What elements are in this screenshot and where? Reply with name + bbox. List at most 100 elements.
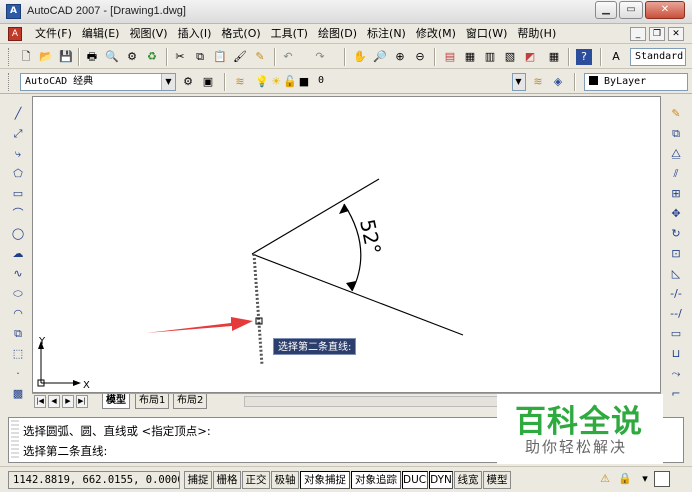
tab-model[interactable]: 模型 xyxy=(102,394,130,409)
workspace-settings-icon[interactable]: ⚙ xyxy=(180,74,196,90)
circle-icon[interactable]: ◯ xyxy=(10,226,26,242)
publish-icon[interactable]: ⚙ xyxy=(124,49,140,65)
trim-icon[interactable]: -/- xyxy=(668,286,684,302)
zoom-previous-icon[interactable]: ⊖ xyxy=(412,49,428,65)
menu-view[interactable]: 视图(V) xyxy=(124,27,172,41)
block-editor-icon[interactable]: ✎ xyxy=(252,49,268,65)
lock-icon[interactable]: 🔒 xyxy=(617,471,633,487)
properties-icon[interactable]: ▤ xyxy=(442,49,458,65)
chevron-down-icon[interactable]: ▼ xyxy=(161,74,175,90)
print-icon[interactable]: 🖶 xyxy=(84,49,100,65)
workspace-select[interactable]: AutoCAD 经典 ▼ xyxy=(20,73,176,91)
menu-edit[interactable]: 编辑(E) xyxy=(77,27,125,41)
erase-icon[interactable]: ✎ xyxy=(668,106,684,122)
offset-icon[interactable]: ⫽ xyxy=(668,166,684,182)
save-workspace-icon[interactable]: ▣ xyxy=(200,74,216,90)
calculator-icon[interactable]: ▦ xyxy=(546,49,562,65)
rectangle-icon[interactable]: ▭ xyxy=(10,186,26,202)
close-button[interactable]: ✕ xyxy=(645,1,685,19)
tab-layout2[interactable]: 布局2 xyxy=(173,394,208,409)
toolbar-grip[interactable] xyxy=(8,48,11,66)
color-select[interactable]: ByLayer xyxy=(584,73,688,91)
break-icon[interactable]: ▭ xyxy=(668,326,684,342)
etransmit-icon[interactable]: ♻ xyxy=(144,49,160,65)
menu-dimension[interactable]: 标注(N) xyxy=(362,27,411,41)
layer-manager-icon[interactable]: ≋ xyxy=(232,74,248,90)
menu-draw[interactable]: 绘图(D) xyxy=(313,27,362,41)
drawing-canvas[interactable]: Y X 52° 选择第二条直线: xyxy=(32,96,661,393)
move-icon[interactable]: ✥ xyxy=(668,206,684,222)
ellipse-arc-icon[interactable]: ◠ xyxy=(10,306,26,322)
model-toggle[interactable]: 模型 xyxy=(483,471,511,489)
line-icon[interactable]: ╱ xyxy=(10,106,26,122)
coordinates-display[interactable]: 1142.8819, 662.0155, 0.0000 xyxy=(8,471,180,489)
markup-icon[interactable]: ◩ xyxy=(522,49,538,65)
match-properties-icon[interactable]: 🖌 xyxy=(232,49,248,65)
arc-icon[interactable]: ⌒ xyxy=(10,206,26,222)
help-icon[interactable]: ? xyxy=(576,49,592,65)
ortho-toggle[interactable]: 正交 xyxy=(242,471,270,489)
mirror-icon[interactable]: ⧋ xyxy=(668,146,684,162)
menu-format[interactable]: 格式(O) xyxy=(216,27,265,41)
toolbar-grip[interactable] xyxy=(8,73,11,91)
snap-toggle[interactable]: 捕捉 xyxy=(184,471,212,489)
clean-screen-icon[interactable] xyxy=(654,471,670,487)
layer-dropdown[interactable]: ▼ xyxy=(512,73,526,91)
extend-icon[interactable]: --/ xyxy=(668,306,684,322)
tab-layout1[interactable]: 布局1 xyxy=(135,394,170,409)
join-icon[interactable]: ⊔ xyxy=(668,346,684,362)
copy-icon[interactable]: ⧉ xyxy=(192,49,208,65)
scale-icon[interactable]: ⊡ xyxy=(668,246,684,262)
menu-help[interactable]: 帮助(H) xyxy=(512,27,561,41)
rotate-icon[interactable]: ↻ xyxy=(668,226,684,242)
stretch-icon[interactable]: ◺ xyxy=(668,266,684,282)
next-tab-button[interactable]: ▶ xyxy=(62,395,74,408)
prev-tab-button[interactable]: ◀ xyxy=(48,395,60,408)
otrack-toggle[interactable]: 对象追踪 xyxy=(351,471,401,489)
cut-icon[interactable]: ✂ xyxy=(172,49,188,65)
point-icon[interactable]: · xyxy=(10,366,26,382)
polar-toggle[interactable]: 极轴 xyxy=(271,471,299,489)
ducs-toggle[interactable]: DUCS xyxy=(402,471,428,489)
open-folder-icon[interactable]: 📂 xyxy=(38,49,54,65)
print-preview-icon[interactable]: 🔍 xyxy=(104,49,120,65)
grid-toggle[interactable]: 栅格 xyxy=(213,471,241,489)
sheet-set-icon[interactable]: ▧ xyxy=(502,49,518,65)
communication-center-icon[interactable]: ⚠ xyxy=(597,471,613,487)
save-icon[interactable]: 💾 xyxy=(58,49,74,65)
revision-cloud-icon[interactable]: ☁ xyxy=(10,246,26,262)
selected-line[interactable] xyxy=(252,253,264,366)
doc-restore-button[interactable]: ❐ xyxy=(649,27,665,41)
hatch-icon[interactable]: ▩ xyxy=(10,386,26,402)
pan-icon[interactable]: ✋ xyxy=(352,49,368,65)
document-icon[interactable]: A xyxy=(8,27,22,41)
polyline-icon[interactable]: ⤷ xyxy=(10,146,26,162)
command-prompt-line[interactable]: 选择第二条直线: xyxy=(23,443,107,459)
osnap-toggle[interactable]: 对象捕捉 xyxy=(300,471,350,489)
doc-close-button[interactable]: ✕ xyxy=(668,27,684,41)
doc-minimize-button[interactable]: _ xyxy=(630,27,646,41)
command-grip[interactable] xyxy=(11,420,19,460)
menu-tools[interactable]: 工具(T) xyxy=(266,27,313,41)
make-current-layer-icon[interactable]: ≋ xyxy=(530,74,546,90)
menu-insert[interactable]: 插入(I) xyxy=(173,27,217,41)
zoom-window-icon[interactable]: ⊕ xyxy=(392,49,408,65)
maximize-button[interactable]: ▭ xyxy=(619,1,643,19)
dyn-toggle[interactable]: DYN xyxy=(429,471,453,489)
text-style-select[interactable]: Standard xyxy=(630,48,686,66)
chevron-down-icon[interactable]: ▾ xyxy=(637,471,653,487)
chevron-down-icon[interactable]: ▼ xyxy=(513,74,525,90)
menu-file[interactable]: 文件(F) xyxy=(30,27,77,41)
lineweight-toggle[interactable]: 线宽 xyxy=(454,471,482,489)
fillet-icon[interactable]: ⌐ xyxy=(668,386,684,402)
polygon-icon[interactable]: ⬠ xyxy=(10,166,26,182)
minimize-button[interactable]: ▁ xyxy=(595,1,617,19)
chamfer-icon[interactable]: ⤳ xyxy=(668,366,684,382)
make-block-icon[interactable]: ⬚ xyxy=(10,346,26,362)
redo-icon[interactable]: ↷ xyxy=(312,49,328,65)
last-tab-button[interactable]: ▶| xyxy=(76,395,88,408)
menu-window[interactable]: 窗口(W) xyxy=(461,27,512,41)
undo-icon[interactable]: ↶ xyxy=(280,49,296,65)
ellipse-icon[interactable]: ⬭ xyxy=(10,286,26,302)
menu-modify[interactable]: 修改(M) xyxy=(411,27,461,41)
